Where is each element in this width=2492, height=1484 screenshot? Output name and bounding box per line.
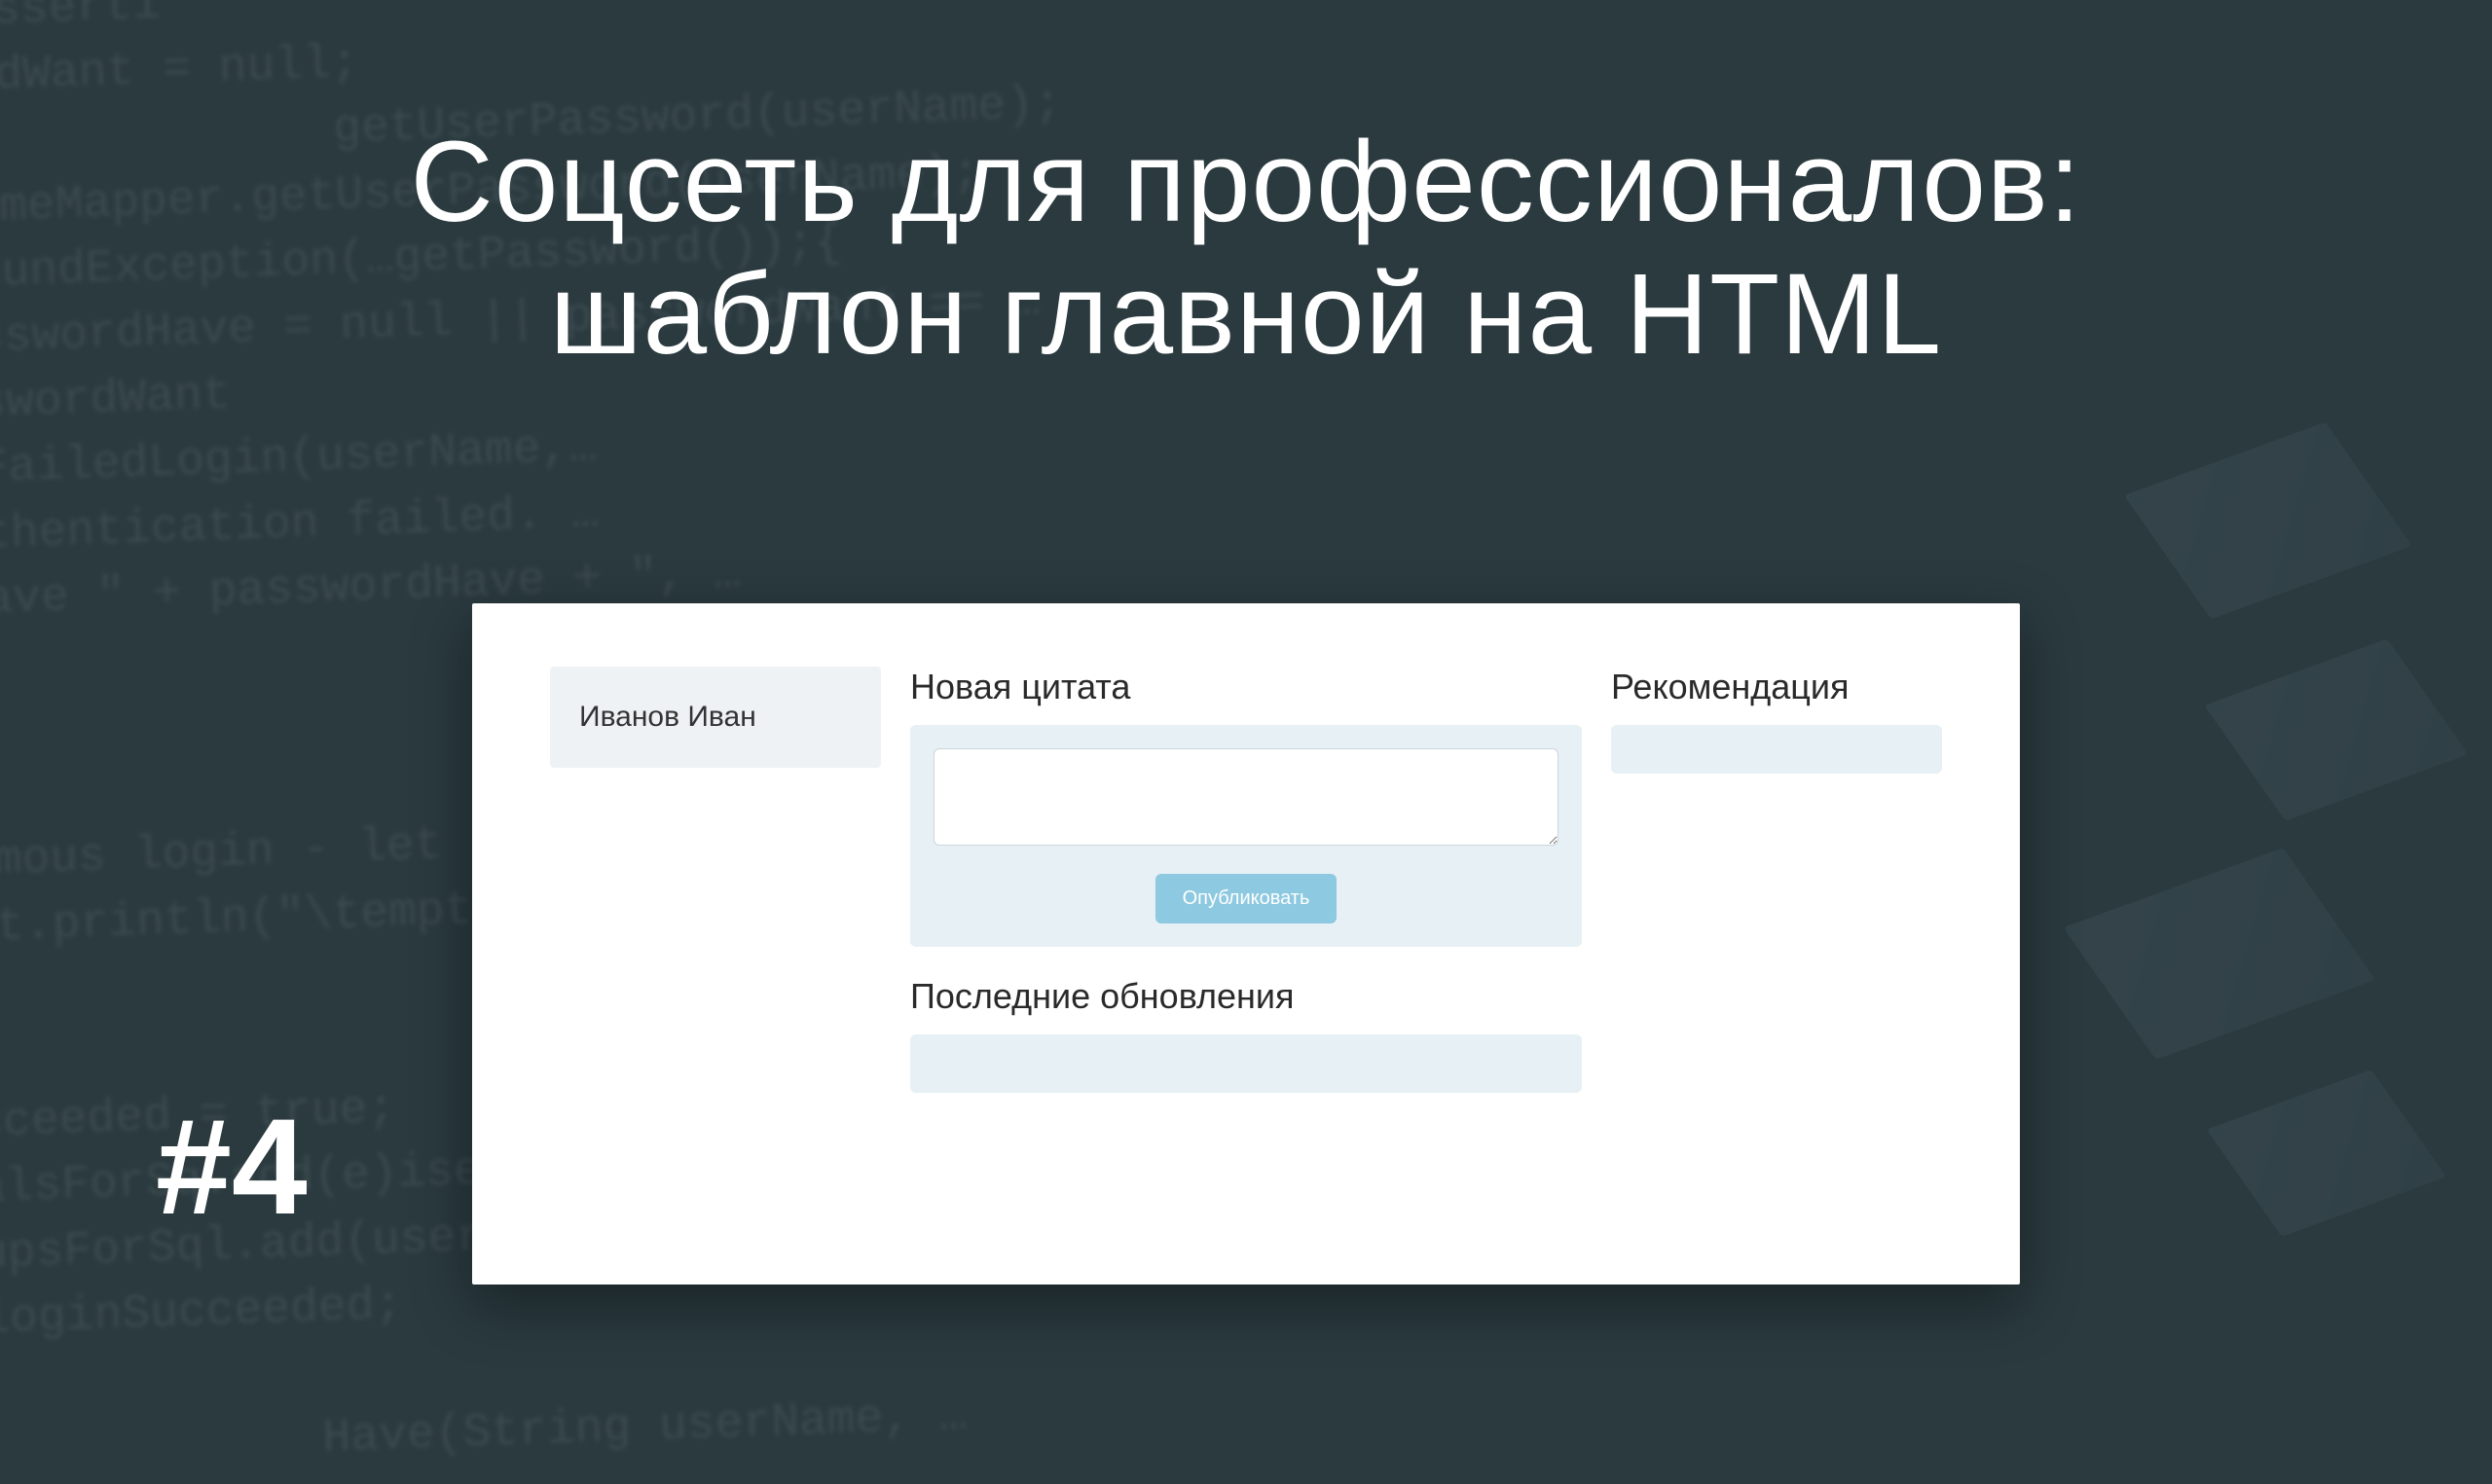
app-window: Иванов Иван Новая цитата Опубликовать По… — [472, 603, 2020, 1285]
sidebar: Иванов Иван — [550, 667, 881, 1093]
recommendation-card — [1611, 725, 1942, 774]
quote-input[interactable] — [934, 748, 1558, 846]
app-content: Иванов Иван Новая цитата Опубликовать По… — [472, 603, 2020, 1156]
updates-card — [910, 1034, 1582, 1093]
updates-heading: Последние обновления — [910, 976, 1582, 1017]
recommendation-heading: Рекомендация — [1611, 667, 1942, 707]
publish-button[interactable]: Опубликовать — [1155, 874, 1338, 923]
right-column: Рекомендация — [1611, 667, 1942, 1093]
new-quote-heading: Новая цитата — [910, 667, 1582, 707]
title-line-1: Соцсеть для профессионалов: — [411, 118, 2082, 246]
user-card[interactable]: Иванов Иван — [550, 667, 881, 768]
user-name: Иванов Иван — [579, 701, 756, 733]
main-column: Новая цитата Опубликовать Последние обно… — [910, 667, 1582, 1093]
episode-number: #4 — [156, 1088, 308, 1246]
title-line-2: шаблон главной на HTML — [550, 250, 1942, 379]
page-title: Соцсеть для профессионалов: шаблон главн… — [0, 117, 2492, 380]
new-quote-card: Опубликовать — [910, 725, 1582, 947]
